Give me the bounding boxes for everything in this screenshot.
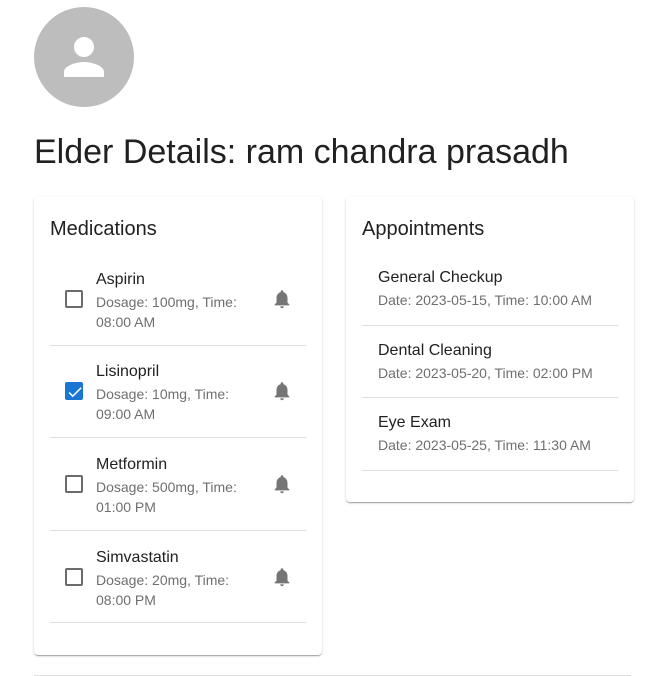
medication-text: Lisinopril Dosage: 10mg, Time: 09:00 AM: [96, 358, 260, 424]
appointment-item: Eye Exam Date: 2023-05-25, Time: 11:30 A…: [362, 398, 618, 472]
medication-name: Metformin: [96, 455, 168, 473]
avatar: [34, 7, 134, 107]
medication-detail: Dosage: 100mg, Time: 08:00 AM: [96, 293, 237, 330]
medication-item-metformin: Metformin Dosage: 500mg, Time: 01:00 PM: [50, 438, 306, 531]
appointments-heading: Appointments: [362, 218, 485, 240]
appointment-detail: Date: 2023-05-20, Time: 02:00 PM: [378, 364, 593, 381]
bell-icon[interactable]: [270, 287, 294, 311]
medications-heading: Medications: [50, 218, 157, 240]
bell-icon[interactable]: [270, 379, 294, 403]
elder-details-page: Elder Details: ram chandra prasadh Medic…: [0, 0, 646, 676]
appointment-detail: Date: 2023-05-25, Time: 11:30 AM: [378, 437, 591, 454]
medication-text: Aspirin Dosage: 100mg, Time: 08:00 AM: [96, 266, 260, 332]
appointment-item: General Checkup Date: 2023-05-15, Time: …: [362, 253, 618, 326]
medication-detail: Dosage: 10mg, Time: 09:00 AM: [96, 386, 230, 423]
appointment-item: Dental Cleaning Date: 2023-05-20, Time: …: [362, 326, 618, 399]
medication-checkbox-lisinopril[interactable]: [65, 382, 83, 401]
medication-name: Simvastatin: [96, 548, 179, 566]
medication-checkbox-metformin[interactable]: [65, 474, 83, 493]
medication-name: Aspirin: [96, 270, 145, 288]
appointment-name: Eye Exam: [378, 414, 451, 432]
medication-text: Simvastatin Dosage: 20mg, Time: 08:00 PM: [96, 544, 260, 610]
medication-item-simvastatin: Simvastatin Dosage: 20mg, Time: 08:00 PM: [50, 531, 306, 624]
appointment-name: General Checkup: [378, 269, 503, 286]
appointments-list: General Checkup Date: 2023-05-15, Time: …: [362, 245, 618, 472]
medication-text: Metformin Dosage: 500mg, Time: 01:00 PM: [96, 451, 260, 517]
appointment-name: Dental Cleaning: [378, 341, 492, 359]
appointment-detail: Date: 2023-05-15, Time: 10:00 AM: [378, 292, 593, 308]
checkmark-icon: [68, 387, 82, 398]
page-title: Elder Details: ram chandra prasadh: [34, 133, 569, 171]
medication-checkbox-aspirin[interactable]: [65, 289, 83, 308]
person-icon: [64, 37, 104, 77]
medication-item-lisinopril: Lisinopril Dosage: 10mg, Time: 09:00 AM: [50, 346, 306, 439]
appointments-card: Appointments General Checkup Date: 2023-…: [346, 197, 634, 502]
medication-checkbox-simvastatin[interactable]: [65, 567, 83, 586]
medication-detail: Dosage: 20mg, Time: 08:00 PM: [96, 571, 230, 608]
bell-icon[interactable]: [270, 472, 294, 496]
medication-item-aspirin: Aspirin Dosage: 100mg, Time: 08:00 AM: [50, 253, 306, 346]
medication-detail: Dosage: 500mg, Time: 01:00 PM: [96, 478, 237, 515]
medications-list: Aspirin Dosage: 100mg, Time: 08:00 AM Li…: [50, 245, 306, 624]
bell-icon[interactable]: [270, 565, 294, 589]
medication-name: Lisinopril: [96, 363, 160, 381]
medications-card: Medications Aspirin Dosage: 100mg, Time:…: [34, 197, 322, 655]
